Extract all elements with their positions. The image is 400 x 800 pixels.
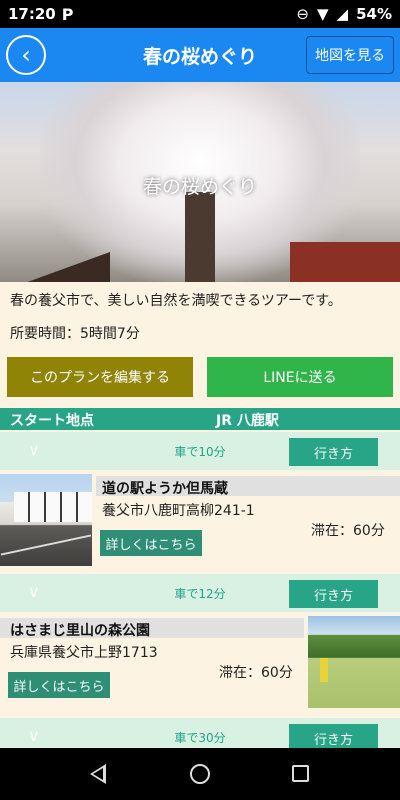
edit-plan-button[interactable]: このプランを編集する: [7, 357, 193, 397]
spot-card: はさまじ里山の森公園 兵庫県養父市上野1713 滞在：60分 詳しくはこちら: [0, 616, 400, 718]
spot-name: 道の駅ようか但馬蔵: [102, 481, 228, 497]
start-station: JR 八鹿駅: [216, 413, 279, 429]
signal-icon: ◢: [336, 5, 349, 23]
stay-duration: 滞在：60分: [219, 665, 293, 681]
nav-back-icon[interactable]: [90, 764, 106, 784]
wifi-icon: ▼: [317, 5, 329, 23]
dnd-icon: ⊖: [296, 5, 309, 23]
nav-home-icon[interactable]: [190, 764, 210, 784]
directions-button[interactable]: 行き方: [289, 580, 378, 608]
back-button[interactable]: ‹: [6, 35, 46, 75]
spot-photo: [308, 616, 400, 708]
nav-recents-icon[interactable]: [292, 765, 309, 782]
plan-duration: 所要時間：5時間7分: [10, 326, 140, 342]
directions-button[interactable]: 行き方: [289, 438, 378, 466]
directions-button[interactable]: 行き方: [289, 724, 378, 748]
system-nav-bar: [0, 748, 400, 800]
parking-app-icon: P: [61, 4, 74, 24]
spot-address: 養父市八鹿町高柳241-1: [102, 503, 255, 519]
route-segment: ∨ 車で12分 行き方: [0, 574, 400, 612]
plan-description: 春の養父市で、美しい自然を満喫できるツアーです。: [10, 293, 342, 309]
battery-level: 54%: [356, 5, 392, 23]
app-header: ‹ 春の桜めぐり 地図を見る: [0, 28, 400, 82]
spot-card: 道の駅ようか但馬蔵 養父市八鹿町高柳241-1 滞在：60分 詳しくはこちら: [0, 474, 400, 574]
details-button[interactable]: 詳しくはこちら: [100, 530, 202, 556]
details-button[interactable]: 詳しくはこちら: [8, 672, 110, 698]
status-bar: 17:20 P ⊖ ▼ ◢ 54%: [0, 0, 400, 28]
start-point-bar: スタート地点 JR 八鹿駅: [0, 408, 400, 430]
stay-duration: 滞在：60分: [311, 523, 385, 539]
route-segment: ∨ 車で10分 行き方: [0, 432, 400, 470]
hero-image: 春の桜めぐり: [0, 82, 400, 282]
spot-name: はさまじ里山の森公園: [10, 623, 150, 639]
hero-caption: 春の桜めぐり: [142, 176, 257, 198]
send-line-button[interactable]: LINEに送る: [207, 357, 393, 397]
spot-address: 兵庫県養父市上野1713: [10, 645, 158, 661]
status-time: 17:20: [8, 5, 56, 23]
view-map-button[interactable]: 地図を見る: [306, 36, 394, 74]
spot-photo: [0, 474, 92, 566]
chevron-left-icon: ‹: [21, 41, 31, 69]
start-point-label: スタート地点: [10, 413, 94, 429]
route-segment: ∨ 車で30分 行き方: [0, 718, 400, 748]
